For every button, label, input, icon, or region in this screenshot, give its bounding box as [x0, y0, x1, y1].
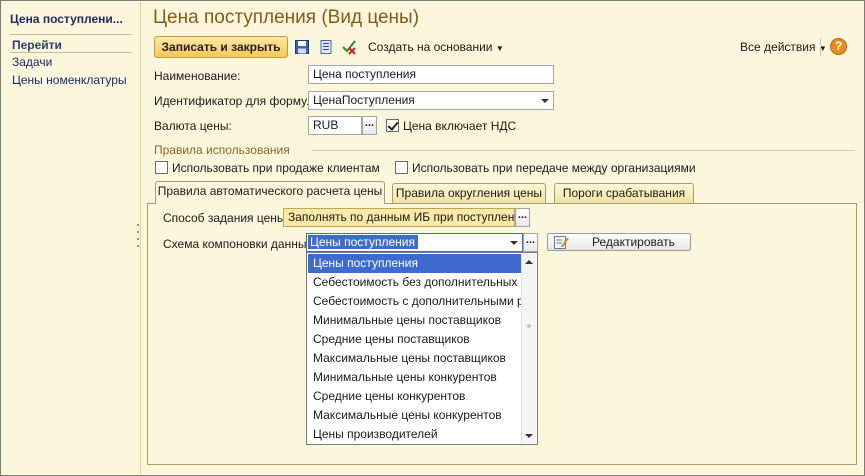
- usage-rules-divider: [312, 150, 855, 151]
- price-method-field[interactable]: Заполнять по данным ИБ при поступлении: [283, 208, 515, 227]
- sidebar-divider: [10, 34, 132, 35]
- dropdown-item[interactable]: Максимальные цены конкурентов: [308, 406, 521, 425]
- edit-scheme-label: Редактировать: [592, 235, 675, 249]
- chevron-up-icon: [525, 259, 533, 264]
- sidebar-goto-heading: Перейти: [12, 38, 62, 52]
- name-field[interactable]: Цена поступления: [308, 65, 554, 84]
- toolbar-divider: [820, 38, 821, 56]
- identifier-label: Идентификатор для формул:: [154, 94, 318, 108]
- currency-label: Валюта цены:: [154, 119, 232, 133]
- scroll-up-button[interactable]: [522, 254, 536, 269]
- usage-rules-title: Правила использования: [154, 143, 290, 157]
- help-icon[interactable]: ?: [830, 38, 847, 55]
- sidebar-title: Цена поступлени...: [10, 12, 123, 26]
- all-actions-menu[interactable]: Все действия ▼: [740, 40, 827, 54]
- scheme-label: Схема компоновки данных:: [163, 237, 316, 251]
- price-method-select-button[interactable]: ...: [515, 208, 530, 227]
- price-method-label: Способ задания цены:: [163, 211, 289, 225]
- dropdown-item[interactable]: Минимальные цены конкурентов: [308, 368, 521, 387]
- dropdown-item[interactable]: Себестоимость с дополнительными р...: [308, 292, 521, 311]
- scheme-dropdown-list[interactable]: Цены поступления Себестоимость без допол…: [306, 252, 538, 445]
- sidebar: Цена поступлени... Перейти Задачи Цены н…: [2, 2, 141, 474]
- identifier-dropdown-button[interactable]: [537, 92, 553, 109]
- identifier-field[interactable]: ЦенаПоступления: [308, 91, 554, 110]
- dropdown-item[interactable]: Средние цены поставщиков: [308, 330, 521, 349]
- page-title: Цена поступления (Вид цены): [153, 7, 420, 28]
- sell-to-clients-checkbox[interactable]: [155, 161, 168, 174]
- edit-icon: [554, 236, 569, 249]
- chevron-down-icon: [510, 240, 518, 245]
- vat-label: Цена включает НДС: [403, 119, 517, 133]
- save-icon[interactable]: [294, 39, 310, 55]
- vat-checkbox[interactable]: [386, 119, 399, 132]
- dropdown-item[interactable]: Цены поступления: [308, 254, 521, 273]
- app-window: Цена поступлени... Перейти Задачи Цены н…: [0, 0, 865, 476]
- chevron-down-icon: ▼: [495, 44, 504, 53]
- sidebar-link-item-prices[interactable]: Цены номенклатуры: [12, 73, 127, 87]
- chevron-down-icon: [541, 98, 549, 103]
- currency-select-button[interactable]: ...: [362, 116, 377, 135]
- dropdown-item[interactable]: Себестоимость без дополнительных р...: [308, 273, 521, 292]
- mark-delete-icon[interactable]: [341, 39, 357, 55]
- splitter-handle[interactable]: [136, 224, 140, 254]
- edit-scheme-button[interactable]: Редактировать: [547, 233, 691, 251]
- sell-to-clients-label: Использовать при продаже клиентам: [172, 161, 380, 175]
- scheme-value: Цены поступления: [308, 235, 418, 249]
- dropdown-scrollbar[interactable]: [521, 254, 536, 443]
- currency-field[interactable]: RUB: [308, 116, 362, 135]
- identifier-value: ЦенаПоступления: [313, 93, 415, 107]
- dropdown-item[interactable]: Минимальные цены поставщиков: [308, 311, 521, 330]
- tab-rounding-rules[interactable]: Правила округления цены: [392, 183, 546, 203]
- tab-thresholds[interactable]: Пороги срабатывания: [554, 183, 694, 203]
- scheme-field[interactable]: Цены поступления: [306, 233, 523, 252]
- create-on-basis-menu[interactable]: Создать на основании ▼: [368, 40, 504, 54]
- transfer-between-orgs-checkbox[interactable]: [395, 161, 408, 174]
- name-label: Наименование:: [154, 69, 241, 83]
- dropdown-item[interactable]: Средние цены конкурентов: [308, 387, 521, 406]
- create-on-basis-label: Создать на основании: [368, 40, 493, 54]
- main-panel: Цена поступления (Вид цены) Записать и з…: [142, 2, 864, 474]
- scroll-thumb-grip[interactable]: [527, 324, 531, 328]
- sidebar-link-tasks[interactable]: Задачи: [12, 55, 52, 69]
- dropdown-item[interactable]: Максимальные цены поставщиков: [308, 349, 521, 368]
- sidebar-divider: [10, 52, 132, 53]
- list-icon[interactable]: [318, 39, 334, 55]
- chevron-down-icon: [525, 433, 533, 438]
- scheme-select-button[interactable]: ...: [523, 233, 538, 252]
- scroll-down-button[interactable]: [522, 428, 536, 443]
- transfer-between-orgs-label: Использовать при передаче между организа…: [412, 161, 696, 175]
- tab-auto-calculation[interactable]: Правила автоматического расчета цены: [155, 181, 385, 204]
- all-actions-label: Все действия: [740, 40, 816, 54]
- save-and-close-button[interactable]: Записать и закрыть: [154, 36, 288, 58]
- scheme-dropdown-button[interactable]: [506, 234, 522, 251]
- dropdown-item[interactable]: Цены производителей: [308, 425, 521, 444]
